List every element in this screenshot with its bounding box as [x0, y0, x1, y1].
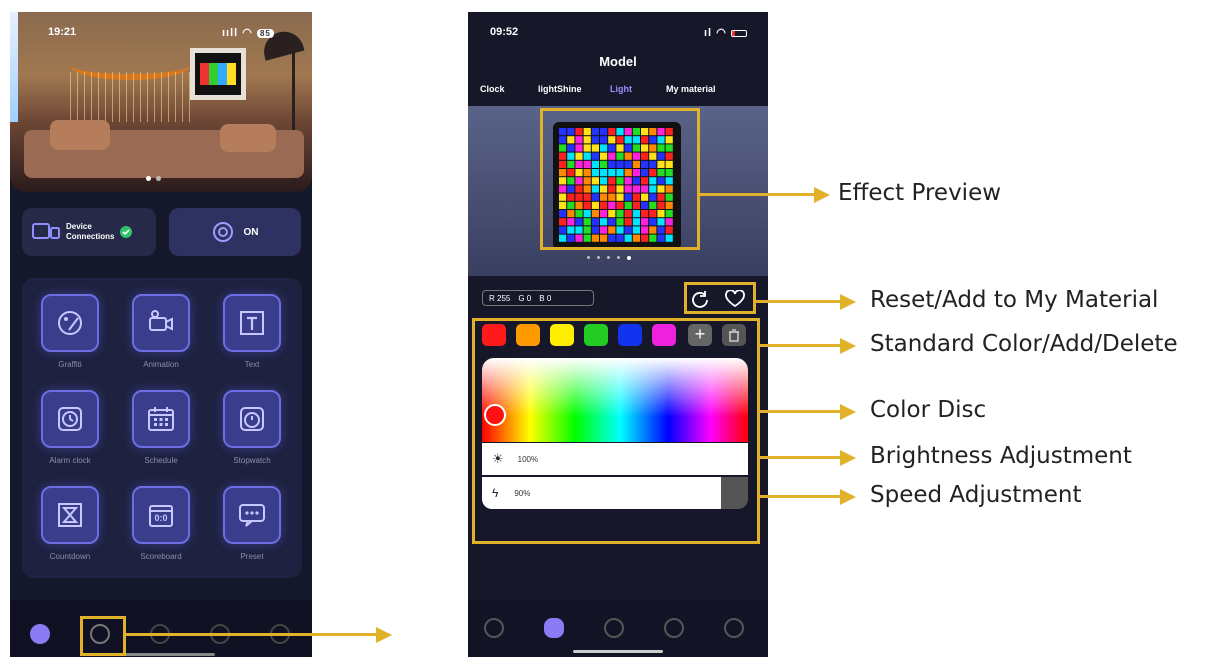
wifi-icon: ◠: [716, 27, 727, 39]
rgb-r: R 255: [489, 293, 511, 303]
callout-brightness: Brightness Adjustment: [870, 443, 1132, 469]
wifi-icon: ◠: [242, 27, 253, 39]
battery-icon: 85: [256, 29, 274, 38]
status-icons: ıl ◠: [704, 26, 747, 39]
nav-discover-icon[interactable]: [30, 624, 50, 644]
callout-standard-color: Standard Color/Add/Delete: [870, 331, 1178, 357]
power-button[interactable]: ON: [169, 208, 301, 256]
status-time: 19:21: [48, 26, 77, 38]
devices-icon: [32, 223, 60, 239]
alarm-clock-icon: [58, 407, 82, 431]
tile-label: Preset: [240, 552, 264, 561]
power-label: ON: [243, 226, 259, 238]
stopwatch-icon: [240, 407, 264, 431]
nav-functions-icon[interactable]: [544, 618, 564, 638]
battery-icon: [730, 29, 747, 37]
highlight-reset-add: [684, 282, 756, 314]
device-connections-label: Device Connections: [66, 222, 115, 241]
page-title: Model: [599, 54, 637, 69]
status-time: 09:52: [490, 26, 519, 38]
highlight-color-panel: [472, 318, 760, 544]
tile-graffiti[interactable]: [41, 294, 99, 352]
highlight-effect-preview: [540, 108, 700, 250]
tile-alarm-clock[interactable]: [41, 390, 99, 448]
callout-reset-add: Reset/Add to My Material: [870, 287, 1159, 313]
nav-settings-icon[interactable]: [724, 618, 744, 638]
scoreboard-score: 0:0: [154, 513, 168, 523]
tile-countdown[interactable]: [41, 486, 99, 544]
tile-label: Schedule: [144, 456, 178, 465]
power-icon: [212, 222, 233, 242]
tab-light[interactable]: Light: [610, 84, 632, 94]
signal-icon: ıl: [704, 27, 713, 39]
tile-label: Stopwatch: [233, 456, 271, 465]
nav-music-icon[interactable]: [664, 618, 684, 638]
tile-label: Text: [244, 360, 260, 369]
pixel-frame-image: [190, 48, 246, 100]
room-banner: [10, 12, 312, 192]
callout-color-disc: Color Disc: [870, 397, 987, 423]
tile-stopwatch[interactable]: [223, 390, 281, 448]
tab-clock[interactable]: Clock: [480, 84, 505, 94]
tile-text[interactable]: [223, 294, 281, 352]
tab-lightshine[interactable]: lightShine: [538, 84, 582, 94]
rgb-readout: R 255 G 0 B 0: [482, 290, 594, 306]
hourglass-icon: [58, 503, 82, 527]
highlight-functions-tab: [80, 616, 126, 656]
palette-icon: [58, 311, 82, 335]
tile-label: Scoreboard: [140, 552, 182, 561]
nav-discover-icon[interactable]: [484, 618, 504, 638]
rgb-g: G 0: [518, 293, 532, 303]
carousel-dots[interactable]: [146, 176, 161, 181]
tile-schedule[interactable]: [132, 390, 190, 448]
device-connections-button[interactable]: Device Connections: [22, 208, 156, 256]
nav-cloud-icon[interactable]: [604, 618, 624, 638]
rgb-b: B 0: [539, 293, 552, 303]
video-camera-icon: [149, 310, 173, 331]
tile-label: Alarm clock: [49, 456, 91, 465]
tab-my-material[interactable]: My material: [666, 84, 716, 94]
tile-label: Animation: [143, 360, 179, 369]
tile-preset[interactable]: [223, 486, 281, 544]
text-icon: [240, 311, 264, 335]
tile-label: Countdown: [49, 552, 91, 561]
status-signal-wifi: ııll ◠ 85: [222, 26, 274, 39]
callout-speed: Speed Adjustment: [870, 482, 1082, 508]
tile-scoreboard[interactable]: 0:0: [132, 486, 190, 544]
chat-bubble-icon: [239, 504, 265, 527]
signal-icon: ııll: [222, 27, 239, 39]
callout-effect-preview: Effect Preview: [838, 180, 1002, 206]
check-icon: [120, 226, 133, 238]
calendar-icon: [148, 407, 174, 431]
tile-animation[interactable]: [132, 294, 190, 352]
tile-label: Graffiti: [58, 360, 82, 369]
preview-page-dots[interactable]: [587, 256, 631, 260]
